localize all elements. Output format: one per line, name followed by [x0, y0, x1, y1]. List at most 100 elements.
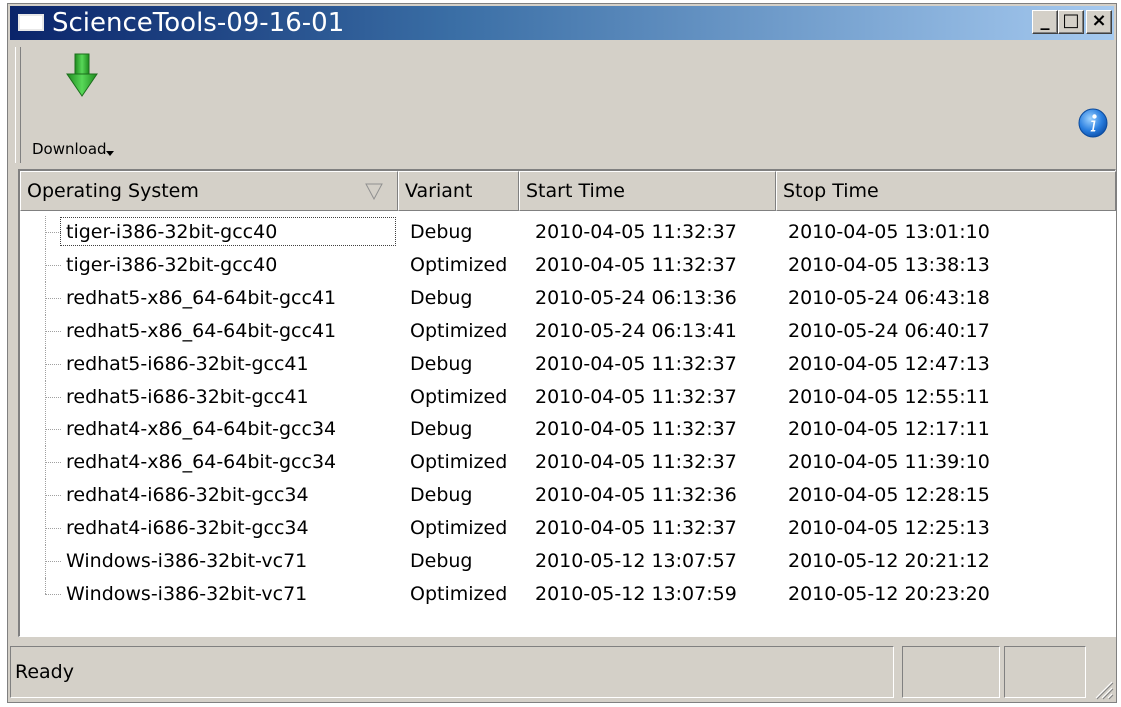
- cell-stop-time: 2010-04-05 11:39:10: [788, 451, 990, 474]
- status-text: Ready: [15, 661, 74, 683]
- cell-stop-time: 2010-05-12 20:21:12: [788, 550, 990, 572]
- status-panel-secondary: [902, 646, 1000, 698]
- tree-connector: [45, 577, 46, 594]
- column-header-stop-time[interactable]: Stop Time: [776, 171, 1116, 211]
- cell-operating-system: redhat5-i686-32bit-gcc41: [66, 352, 309, 375]
- table-row[interactable]: redhat5-i686-32bit-gcc41 Debug 2010-04-05 …: [20, 347, 1116, 381]
- cell-variant: Debug: [410, 418, 473, 441]
- cell-stop-time: 2010-04-05 13:01:10: [788, 221, 990, 243]
- tree-connector: [45, 363, 61, 365]
- cell-stop-time: 2010-04-05 12:47:13: [788, 352, 990, 375]
- cell-start-time: 2010-04-05 11:32:37: [535, 352, 737, 375]
- builds-table[interactable]: Operating System Variant Start Time Stop…: [18, 169, 1116, 637]
- cell-variant: Optimized: [410, 385, 508, 408]
- info-button[interactable]: [1078, 108, 1108, 138]
- tree-connector: [45, 429, 61, 431]
- cell-start-time: 2010-04-05 11:32:37: [535, 385, 737, 408]
- cell-variant: Debug: [410, 352, 473, 375]
- cell-operating-system: redhat4-i686-32bit-gcc34: [66, 484, 309, 507]
- cell-variant: Optimized: [410, 319, 508, 342]
- cell-stop-time: 2010-04-05 13:38:13: [788, 253, 990, 276]
- table-header: Operating System Variant Start Time Stop…: [20, 171, 1116, 211]
- tree-connector: [45, 396, 61, 398]
- column-header-label: Operating System: [27, 180, 199, 202]
- cell-variant: Optimized: [410, 517, 508, 540]
- cell-start-time: 2010-05-24 06:13:41: [535, 319, 737, 342]
- green-down-arrow-icon: [66, 53, 98, 97]
- cell-variant: Debug: [410, 550, 473, 572]
- table-row[interactable]: tiger-i386-32bit-gcc40 Optimized 2010-04-0…: [20, 248, 1116, 282]
- cell-start-time: 2010-04-05 11:32:37: [535, 253, 737, 276]
- cell-stop-time: 2010-05-24 06:43:18: [788, 286, 990, 309]
- cell-variant: Debug: [410, 221, 473, 243]
- cell-stop-time: 2010-04-05 12:17:11: [788, 418, 990, 441]
- close-button[interactable]: ×: [1086, 10, 1112, 34]
- cell-operating-system: Windows-i386-32bit-vc71: [66, 550, 308, 572]
- toolbar: Download: [10, 41, 1114, 167]
- minimize-button[interactable]: _: [1032, 10, 1058, 34]
- tree-connector: [45, 593, 61, 595]
- cell-start-time: 2010-04-05 11:32:36: [535, 484, 737, 507]
- app-window: ScienceTools-09-16-01 _ □ × Download Ope…: [7, 3, 1117, 703]
- cell-start-time: 2010-04-05 11:32:37: [535, 517, 737, 540]
- column-header-operating-system[interactable]: Operating System: [20, 171, 398, 211]
- window-icon: [18, 14, 44, 31]
- tree-connector: [45, 297, 61, 299]
- cell-start-time: 2010-04-05 11:32:37: [535, 418, 737, 441]
- cell-stop-time: 2010-05-24 06:40:17: [788, 319, 990, 342]
- cell-stop-time: 2010-05-12 20:23:20: [788, 582, 990, 605]
- cell-start-time: 2010-04-05 11:32:37: [535, 221, 737, 243]
- tree-connector: [45, 462, 61, 464]
- cell-operating-system: tiger-i386-32bit-gcc40: [66, 253, 278, 276]
- table-row[interactable]: redhat5-x86_64-64bit-gcc41 Debug 2010-05-2…: [20, 281, 1116, 315]
- cell-stop-time: 2010-04-05 12:55:11: [788, 385, 990, 408]
- cell-start-time: 2010-04-05 11:32:37: [535, 451, 737, 474]
- cell-start-time: 2010-05-12 13:07:57: [535, 550, 737, 572]
- cell-stop-time: 2010-04-05 12:28:15: [788, 484, 990, 507]
- table-row[interactable]: tiger-i386-32bit-gcc40 Debug 2010-04-05 11…: [20, 216, 1116, 249]
- window-title: ScienceTools-09-16-01: [52, 8, 345, 38]
- table-row[interactable]: redhat4-i686-32bit-gcc34 Debug 2010-04-05 …: [20, 479, 1116, 513]
- cell-variant: Debug: [410, 286, 473, 309]
- table-row[interactable]: redhat4-i686-32bit-gcc34 Optimized 2010-04…: [20, 512, 1116, 546]
- dropdown-caret-icon[interactable]: [106, 151, 114, 156]
- cell-variant: Debug: [410, 484, 473, 507]
- cell-operating-system: Windows-i386-32bit-vc71: [66, 582, 308, 605]
- download-label: Download: [32, 140, 107, 158]
- cell-operating-system: redhat4-x86_64-64bit-gcc34: [66, 451, 337, 474]
- cell-variant: Optimized: [410, 582, 508, 605]
- status-bar: Ready: [10, 646, 1114, 700]
- tree-connector: [45, 330, 61, 332]
- table-row[interactable]: redhat5-x86_64-64bit-gcc41 Optimized 2010-…: [20, 314, 1116, 348]
- status-panel-tertiary: [1004, 646, 1086, 698]
- tree-connector: [45, 232, 61, 233]
- cell-operating-system: redhat5-x86_64-64bit-gcc41: [66, 319, 337, 342]
- tree-connector: [45, 528, 61, 530]
- table-row[interactable]: redhat4-x86_64-64bit-gcc34 Debug 2010-04-0…: [20, 413, 1116, 447]
- maximize-button[interactable]: □: [1058, 10, 1084, 34]
- tree-connector: [45, 264, 61, 266]
- title-bar[interactable]: ScienceTools-09-16-01 _ □ ×: [10, 6, 1114, 40]
- tree-connector: [45, 495, 61, 497]
- cell-variant: Optimized: [410, 253, 508, 276]
- table-row[interactable]: redhat5-i686-32bit-gcc41 Optimized 2010-04…: [20, 380, 1116, 414]
- table-row[interactable]: redhat4-x86_64-64bit-gcc34 Optimized 2010-…: [20, 446, 1116, 480]
- tree-connector: [45, 561, 61, 562]
- toolbar-grip[interactable]: [15, 47, 21, 163]
- cell-start-time: 2010-05-12 13:07:59: [535, 582, 737, 605]
- cell-operating-system: redhat5-x86_64-64bit-gcc41: [66, 286, 337, 309]
- cell-stop-time: 2010-04-05 12:25:13: [788, 517, 990, 540]
- table-row[interactable]: Windows-i386-32bit-vc71 Debug 2010-05-12 1…: [20, 545, 1116, 578]
- cell-operating-system: redhat4-i686-32bit-gcc34: [66, 517, 309, 540]
- cell-start-time: 2010-05-24 06:13:36: [535, 286, 737, 309]
- table-row[interactable]: Windows-i386-32bit-vc71 Optimized 2010-05-…: [20, 577, 1116, 611]
- column-header-variant[interactable]: Variant: [398, 171, 519, 211]
- download-button[interactable]: Download: [28, 47, 128, 158]
- cell-operating-system: redhat4-x86_64-64bit-gcc34: [66, 418, 337, 441]
- cell-operating-system: tiger-i386-32bit-gcc40: [66, 221, 278, 243]
- resize-grip-icon[interactable]: [1090, 676, 1114, 700]
- sort-descending-icon: [365, 183, 383, 200]
- column-header-start-time[interactable]: Start Time: [519, 171, 776, 211]
- cell-variant: Optimized: [410, 451, 508, 474]
- info-icon: [1078, 108, 1108, 138]
